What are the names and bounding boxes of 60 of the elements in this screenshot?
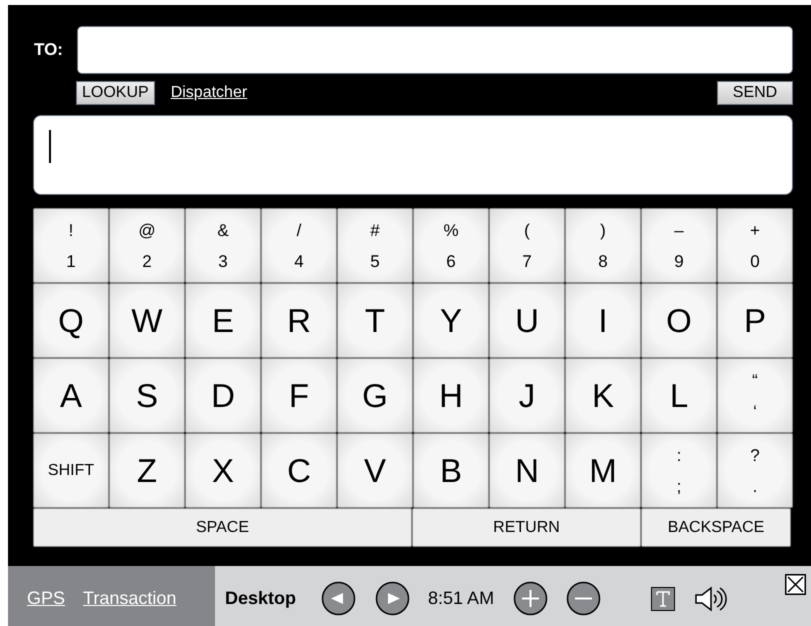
message-field[interactable] bbox=[33, 115, 793, 195]
keyboard-key[interactable]: @ 2 bbox=[109, 208, 185, 283]
keyboard-key[interactable]: S bbox=[109, 358, 185, 433]
keyboard-key[interactable]: ? . bbox=[717, 433, 793, 508]
speaker-icon[interactable] bbox=[695, 584, 730, 612]
keyboard-key[interactable]: G bbox=[337, 358, 413, 433]
taskbar-link[interactable]: Transaction bbox=[83, 585, 176, 612]
keyboard-key[interactable]: O bbox=[641, 283, 717, 358]
keyboard-key[interactable]: : ; bbox=[641, 433, 717, 508]
taskbar-link[interactable]: GPS bbox=[27, 585, 66, 612]
keyboard-key[interactable]: D bbox=[185, 358, 261, 433]
keyboard-key[interactable]: H bbox=[413, 358, 489, 433]
keyboard-key[interactable]: ) 8 bbox=[565, 208, 641, 283]
keyboard-key[interactable]: ( 7 bbox=[489, 208, 565, 283]
back-button[interactable] bbox=[321, 581, 356, 616]
keyboard-key[interactable]: N bbox=[489, 433, 565, 508]
keyboard-key[interactable]: W bbox=[109, 283, 185, 358]
keyboard-key[interactable]: U bbox=[489, 283, 565, 358]
keyboard-key[interactable]: Z bbox=[109, 433, 185, 508]
dispatcher-link[interactable]: Dispatcher bbox=[170, 81, 248, 105]
zoom-out-button[interactable] bbox=[566, 581, 602, 616]
keyboard-key[interactable]: “ ‘ bbox=[717, 358, 793, 433]
keyboard-key[interactable]: B bbox=[413, 433, 489, 508]
recipient-field[interactable] bbox=[77, 26, 793, 74]
keyboard-key[interactable]: % 6 bbox=[413, 208, 489, 283]
keyboard-key[interactable]: Q bbox=[33, 283, 109, 358]
shift-key[interactable]: SHIFT bbox=[33, 433, 109, 508]
keyboard-key[interactable]: C bbox=[261, 433, 337, 508]
keyboard-key[interactable]: # 5 bbox=[337, 208, 413, 283]
active-app-label: Desktop bbox=[225, 587, 296, 610]
keyboard-key[interactable]: ! 1 bbox=[33, 208, 109, 283]
keyboard-key[interactable]: A bbox=[33, 358, 109, 433]
close-icon[interactable] bbox=[785, 574, 806, 595]
keyboard-key[interactable]: F bbox=[261, 358, 337, 433]
keyboard-key[interactable]: V bbox=[337, 433, 413, 508]
return-key[interactable]: RETURN bbox=[412, 508, 641, 547]
keyboard-key[interactable]: Y bbox=[413, 283, 489, 358]
keyboard-key[interactable]: K bbox=[565, 358, 641, 433]
keyboard-key[interactable]: L bbox=[641, 358, 717, 433]
backspace-key[interactable]: BACKSPACE bbox=[641, 508, 791, 547]
keyboard-key[interactable]: T bbox=[337, 283, 413, 358]
keyboard-key[interactable]: + 0 bbox=[717, 208, 793, 283]
send-button[interactable]: SEND bbox=[717, 81, 793, 105]
space-key[interactable]: SPACE bbox=[33, 508, 412, 547]
keyboard-key[interactable]: & 3 bbox=[185, 208, 261, 283]
zoom-in-button[interactable] bbox=[513, 581, 548, 616]
keyboard-key[interactable]: J bbox=[489, 358, 565, 433]
keyboard-key[interactable]: I bbox=[565, 283, 641, 358]
lookup-button[interactable]: LOOKUP bbox=[76, 81, 155, 105]
keyboard-key[interactable]: E bbox=[185, 283, 261, 358]
keyboard-key[interactable]: – 9 bbox=[641, 208, 717, 283]
keyboard-key[interactable]: R bbox=[261, 283, 337, 358]
forward-button[interactable] bbox=[375, 581, 410, 616]
keyboard-key[interactable]: X bbox=[185, 433, 261, 508]
clock-time: 8:51 AM bbox=[428, 587, 494, 610]
keyboard-key[interactable]: M bbox=[565, 433, 641, 508]
to-label: TO: bbox=[34, 39, 64, 62]
keyboard-key[interactable]: / 4 bbox=[261, 208, 337, 283]
keyboard-key[interactable]: P bbox=[717, 283, 793, 358]
text-icon[interactable] bbox=[651, 586, 676, 610]
